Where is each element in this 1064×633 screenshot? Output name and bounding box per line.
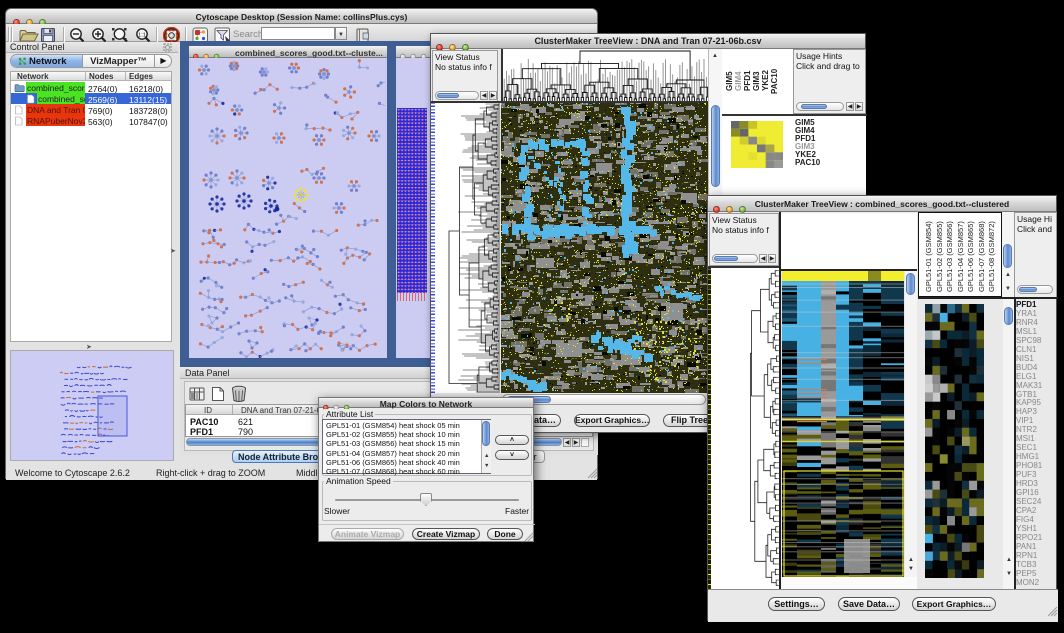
svg-text:1:1: 1:1 bbox=[138, 32, 146, 38]
